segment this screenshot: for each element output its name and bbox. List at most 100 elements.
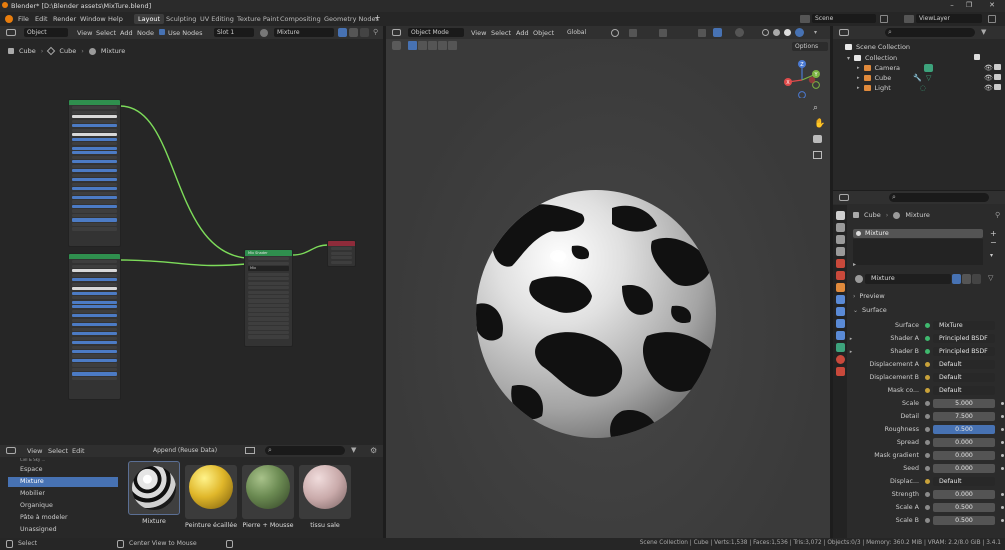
editor-type-icon[interactable] — [839, 194, 849, 201]
editor-type-icon[interactable] — [6, 447, 16, 454]
close-icon[interactable]: ✕ — [986, 1, 998, 9]
select-new-icon[interactable] — [408, 41, 417, 50]
keyframe-dot-icon[interactable] — [1001, 402, 1004, 405]
menu-file[interactable]: File — [18, 15, 29, 23]
visibility-eye-icon[interactable]: 👁 — [984, 64, 993, 72]
socket-dot-icon[interactable] — [925, 466, 930, 471]
world-tab-icon[interactable] — [835, 271, 845, 280]
property-value-field[interactable]: Default — [933, 386, 995, 395]
output-tab-icon[interactable] — [835, 235, 845, 244]
render-camera-icon[interactable] — [994, 84, 1001, 90]
grid-view-icon[interactable] — [813, 151, 822, 159]
proportional-edit-icon[interactable] — [659, 29, 667, 37]
pivot-icon[interactable] — [611, 29, 619, 37]
outliner-item-light[interactable]: ▸ Light ◌ — [857, 84, 926, 92]
object-tab-icon[interactable] — [835, 283, 845, 292]
editor-type-icon[interactable] — [392, 29, 401, 36]
navigation-gizmo[interactable]: Z Y X — [782, 58, 822, 98]
tab-sculpting[interactable]: Sculpting — [162, 14, 200, 24]
viewport-3d[interactable]: Object Mode View Select Add Object Globa… — [386, 26, 830, 538]
snap-icon[interactable] — [629, 29, 637, 37]
asset-category-mixture[interactable]: Mixture — [8, 477, 118, 487]
shading-rendered-icon[interactable] — [795, 28, 804, 37]
socket-dot-icon[interactable] — [925, 401, 930, 406]
editor-type-icon[interactable] — [839, 29, 849, 36]
asset-category-pate-a-modeler[interactable]: Pâte à modeler — [8, 513, 118, 523]
property-value-field[interactable]: 0.000 — [933, 438, 995, 447]
menu-window[interactable]: Window — [80, 15, 106, 23]
asset-tile-pierre[interactable]: Pierre + Mousse — [242, 461, 294, 529]
socket-dot-icon[interactable] — [925, 388, 930, 393]
menu-add[interactable]: Add — [516, 29, 529, 37]
select-extend-icon[interactable] — [418, 41, 427, 50]
property-value-field[interactable]: Default — [933, 360, 995, 369]
new-view-layer-icon[interactable] — [988, 15, 996, 23]
render-camera-icon[interactable] — [994, 74, 1001, 80]
expand-icon[interactable]: ▸ — [847, 336, 855, 342]
particles-tab-icon[interactable] — [835, 307, 845, 316]
modifier-tab-icon[interactable] — [835, 295, 845, 304]
socket-dot-icon[interactable] — [925, 505, 930, 510]
tool-tab-icon[interactable] — [835, 211, 845, 220]
keyframe-dot-icon[interactable] — [1001, 519, 1004, 522]
transform-orientation-selector[interactable]: Global — [564, 28, 604, 37]
sphere-mixture[interactable] — [472, 186, 722, 446]
menu-edit[interactable]: Edit — [72, 447, 85, 455]
scene-tab-icon[interactable] — [835, 259, 845, 268]
menu-render[interactable]: Render — [53, 15, 76, 23]
property-value-field[interactable]: 0.000 — [933, 490, 995, 499]
display-mode-icon[interactable] — [245, 447, 255, 454]
select-subtract-icon[interactable] — [428, 41, 437, 50]
filter-icon[interactable]: ▼ — [351, 446, 356, 454]
shading-options-icon[interactable]: ▾ — [814, 29, 817, 36]
keyframe-dot-icon[interactable] — [1001, 506, 1004, 509]
asset-category-unassigned[interactable]: Unassigned — [8, 525, 118, 535]
property-value-field[interactable]: 0.500 — [933, 516, 995, 525]
socket-dot-icon[interactable] — [925, 479, 930, 484]
panel-surface[interactable]: ⌄ Surface — [853, 306, 887, 314]
outliner-root[interactable]: Scene Collection — [845, 43, 910, 51]
socket-dot-icon[interactable] — [925, 336, 930, 341]
visibility-eye-icon[interactable]: 👁 — [984, 84, 993, 92]
material-name-field[interactable]: Mixture — [865, 274, 951, 284]
panel-preview[interactable]: › Preview — [853, 292, 885, 300]
property-value-field[interactable]: MixTure — [933, 321, 995, 330]
asset-category-organique[interactable]: Organique — [8, 501, 118, 511]
socket-dot-icon[interactable] — [925, 414, 930, 419]
outliner-search-input[interactable] — [885, 28, 975, 37]
property-value-field[interactable]: 0.500 — [933, 425, 995, 434]
view-layer-tab-icon[interactable] — [835, 247, 845, 256]
material-slot-empty-area[interactable] — [853, 239, 983, 265]
socket-dot-icon[interactable] — [925, 362, 930, 367]
menu-view[interactable]: View — [27, 447, 42, 455]
filter-icon[interactable]: ▼ — [981, 28, 986, 36]
keyframe-dot-icon[interactable] — [1001, 441, 1004, 444]
slot-expand-icon[interactable]: ▸ — [853, 261, 856, 268]
shading-solid-icon[interactable] — [773, 29, 780, 36]
tab-layout[interactable]: Layout — [134, 14, 165, 24]
property-value-field[interactable]: 0.000 — [933, 451, 995, 460]
options-dropdown[interactable]: Options — [792, 42, 828, 51]
mixture-group-node[interactable]: Mix Shader Mix — [244, 249, 293, 347]
socket-dot-icon[interactable] — [925, 427, 930, 432]
property-value-field[interactable]: Principled BSDF — [933, 334, 995, 343]
property-value-field[interactable]: 5.000 — [933, 399, 995, 408]
expand-icon[interactable]: ▸ — [857, 65, 860, 71]
import-mode-selector[interactable]: Append (Reuse Data) — [150, 446, 230, 455]
socket-dot-icon[interactable] — [925, 440, 930, 445]
new-scene-icon[interactable] — [880, 15, 888, 23]
scene-selector[interactable]: Scene — [812, 14, 876, 23]
render-camera-icon[interactable] — [994, 64, 1001, 70]
socket-dot-icon[interactable] — [925, 323, 930, 328]
asset-search-input[interactable] — [265, 446, 345, 455]
keyframe-dot-icon[interactable] — [1001, 454, 1004, 457]
menu-object[interactable]: Object — [533, 29, 554, 37]
remove-slot-icon[interactable]: − — [990, 238, 997, 247]
add-slot-icon[interactable]: + — [990, 229, 997, 238]
keyframe-dot-icon[interactable] — [1001, 467, 1004, 470]
menu-view[interactable]: View — [471, 29, 486, 37]
overlay-icon[interactable] — [735, 28, 744, 37]
add-workspace-icon[interactable]: + — [374, 13, 381, 22]
asset-tile-peinture[interactable]: Peinture écaillée — [185, 461, 237, 529]
select-invert-icon[interactable] — [438, 41, 447, 50]
